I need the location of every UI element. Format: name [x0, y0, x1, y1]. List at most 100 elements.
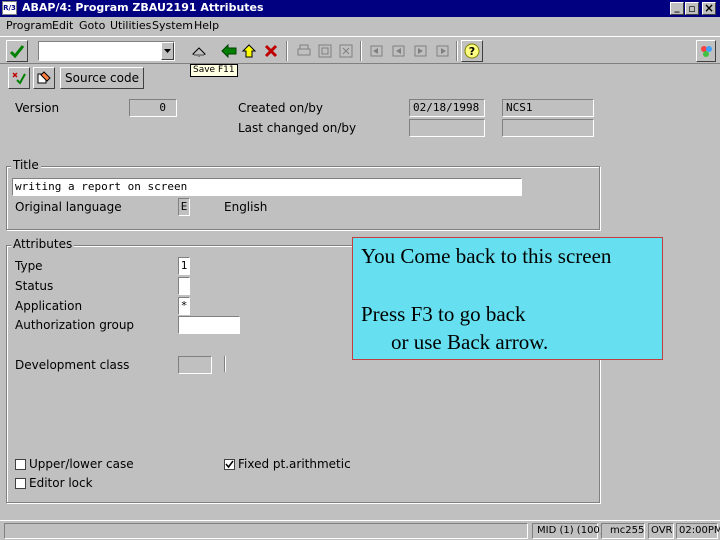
created-by-field: NCS1: [502, 99, 594, 117]
development-class-divider: [224, 356, 226, 372]
title-groupbox: Title: [6, 158, 600, 230]
original-language-label: Original language: [15, 200, 122, 214]
authorization-group-label: Authorization group: [15, 318, 135, 332]
print-button[interactable]: [293, 40, 315, 62]
cancel-button[interactable]: [260, 40, 282, 62]
color-palette-icon: [701, 46, 712, 57]
chevron-down-icon: [164, 49, 171, 53]
back-button[interactable]: [218, 40, 240, 62]
next-page-button[interactable]: [410, 40, 432, 62]
menu-program[interactable]: Program: [6, 19, 52, 32]
print-icon: [297, 44, 311, 56]
editor-lock-label: Editor lock: [29, 476, 93, 490]
title-bar: R/3 ABAP/4: Program ZBAU2191 Attributes …: [0, 0, 720, 17]
cancel-icon: [264, 44, 278, 58]
attributes-group-heading: Attributes: [11, 237, 75, 251]
changed-date-field: [409, 119, 485, 137]
status-field[interactable]: [178, 277, 190, 295]
fixed-pt-arithmetic-label: Fixed pt.arithmetic: [238, 457, 351, 471]
upper-lower-case-label: Upper/lower case: [29, 457, 134, 471]
status-session: MID (1) (100): [532, 523, 604, 539]
menu-bar: Program Edit Goto Utilities System Help: [0, 17, 720, 35]
save-button[interactable]: [188, 40, 210, 62]
menu-help[interactable]: Help: [194, 19, 219, 32]
development-class-field: [178, 356, 212, 374]
standard-toolbar: ?: [0, 36, 720, 64]
original-language-name: English: [224, 200, 268, 214]
authorization-group-field[interactable]: [178, 316, 240, 334]
help-button[interactable]: ?: [461, 40, 483, 62]
status-label: Status: [15, 279, 54, 293]
type-field[interactable]: 1: [178, 257, 190, 275]
instruction-callout: You Come back to this screen Press F3 to…: [352, 237, 663, 360]
check-syntax-icon: [12, 72, 26, 85]
activate-icon: [37, 71, 51, 84]
command-dropdown-button[interactable]: [161, 42, 174, 60]
command-field[interactable]: [38, 41, 175, 61]
toolbar-separator: [456, 41, 458, 61]
title-input[interactable]: writing a report on screen: [12, 178, 522, 196]
enter-button[interactable]: [6, 40, 28, 62]
editor-lock-checkbox[interactable]: [15, 478, 26, 489]
fixed-pt-arithmetic-checkbox[interactable]: [224, 459, 235, 470]
upper-lower-case-checkbox[interactable]: [15, 459, 26, 470]
menu-goto[interactable]: Goto: [79, 19, 105, 32]
title-input-value: writing a report on screen: [15, 180, 188, 193]
application-toolbar: Source code: [0, 64, 720, 90]
find-next-button[interactable]: [335, 40, 357, 62]
prev-page-button[interactable]: [388, 40, 410, 62]
checkmark-icon: [9, 45, 25, 58]
callout-line-3: or use Back arrow.: [391, 330, 549, 354]
activate-button[interactable]: [33, 67, 55, 89]
application-label: Application: [15, 299, 83, 313]
status-host: mc255: [601, 523, 645, 539]
version-field: 0: [129, 99, 177, 117]
window-title: ABAP/4: Program ZBAU2191 Attributes: [22, 1, 264, 14]
changed-by-field: [502, 119, 594, 137]
callout-line-2: Press F3 to go back: [361, 302, 526, 326]
source-code-button[interactable]: Source code: [60, 67, 144, 89]
minimize-button[interactable]: _: [670, 2, 684, 15]
status-mode: OVR: [648, 523, 674, 539]
maximize-button[interactable]: ▫: [685, 2, 699, 15]
last-page-button[interactable]: [432, 40, 454, 62]
prev-page-icon: [392, 45, 405, 57]
title-group-heading: Title: [11, 158, 41, 172]
application-field[interactable]: *: [178, 297, 190, 315]
created-date-field: 02/18/1998: [409, 99, 485, 117]
toolbar-separator: [360, 41, 362, 61]
exit-button[interactable]: [238, 40, 260, 62]
menu-edit[interactable]: Edit: [52, 19, 73, 32]
menu-system[interactable]: System: [152, 19, 193, 32]
layout-button[interactable]: [696, 40, 716, 62]
original-language-code: E: [178, 198, 190, 216]
created-label: Created on/by: [238, 101, 324, 115]
app-icon[interactable]: R/3: [2, 1, 17, 15]
status-bar: MID (1) (100) mc255 OVR 02:00PM: [0, 520, 720, 540]
first-page-button[interactable]: [366, 40, 388, 62]
status-time: 02:00PM: [676, 523, 720, 539]
help-icon: ?: [464, 43, 480, 59]
last-changed-label: Last changed on/by: [238, 121, 357, 135]
exit-icon: [241, 44, 257, 58]
find-button[interactable]: [314, 40, 336, 62]
next-page-icon: [414, 45, 427, 57]
svg-text:?: ?: [469, 45, 475, 58]
back-arrow-icon: [221, 44, 237, 58]
save-icon: [192, 47, 206, 57]
find-icon: [318, 44, 332, 58]
version-label: Version: [15, 101, 60, 115]
first-page-icon: [370, 45, 383, 57]
callout-line-1: You Come back to this screen: [361, 244, 612, 268]
last-page-icon: [436, 45, 449, 57]
status-message-area: [4, 523, 528, 539]
check-syntax-button[interactable]: [8, 67, 30, 89]
checkmark-icon: [225, 460, 234, 469]
development-class-label: Development class: [15, 358, 130, 372]
find-next-icon: [339, 44, 353, 58]
source-code-label: Source code: [65, 71, 139, 85]
close-button[interactable]: ×: [702, 2, 716, 15]
type-label: Type: [15, 259, 43, 273]
menu-utilities[interactable]: Utilities: [110, 19, 151, 32]
toolbar-separator: [286, 41, 288, 61]
